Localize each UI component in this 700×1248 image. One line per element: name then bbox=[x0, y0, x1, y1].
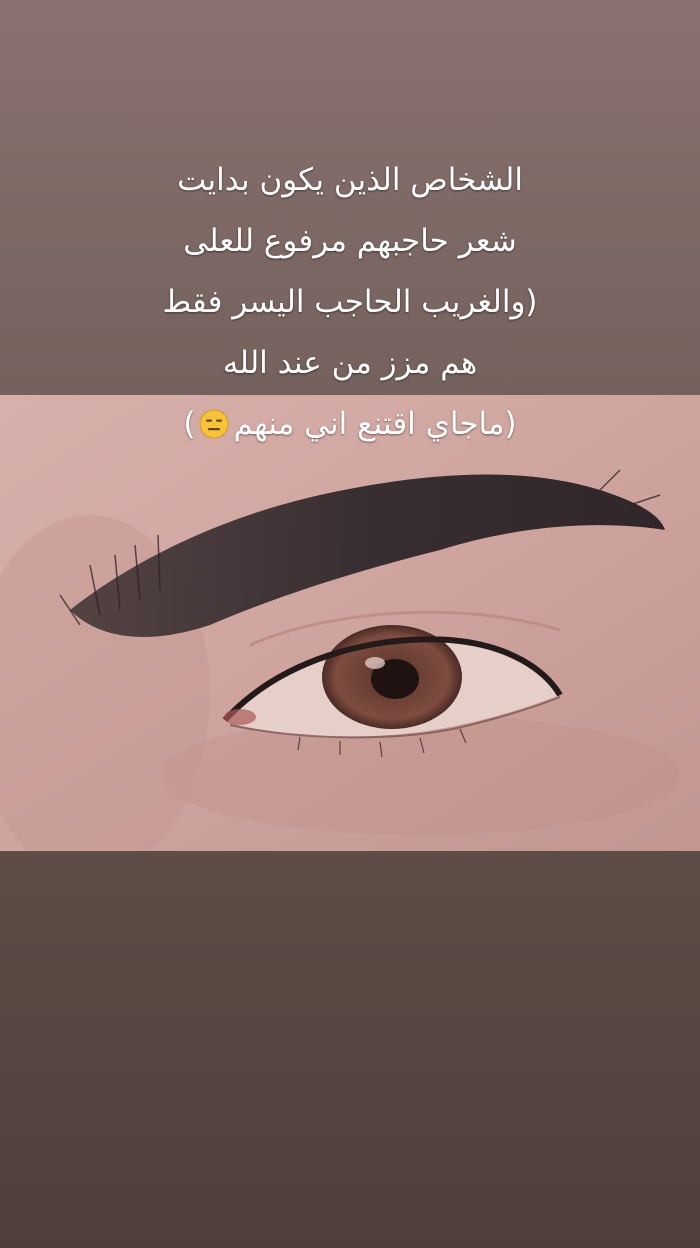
caption-line-5-text: (ماجاي اقتنع اني منهم bbox=[233, 406, 517, 442]
expressionless-face-emoji-icon bbox=[199, 399, 229, 439]
eye-illustration bbox=[0, 395, 700, 851]
caption-closing-paren: ) bbox=[183, 406, 196, 442]
caption-line-5: (ماجاي اقتنع اني منهم) bbox=[60, 394, 640, 455]
caption-line-4: هم مزز من عند الله bbox=[222, 345, 478, 381]
caption-line-3: (والغريب الحاجب اليسر فقط bbox=[162, 284, 538, 320]
caption-line-1: الشخاص الذين يكون بدايت bbox=[177, 162, 523, 198]
caption-line-2: شعر حاجبهم مرفوع للعلى bbox=[183, 223, 517, 259]
story-caption: الشخاص الذين يكون بدايت شعر حاجبهم مرفوع… bbox=[60, 150, 640, 455]
eye-photo bbox=[0, 395, 700, 851]
